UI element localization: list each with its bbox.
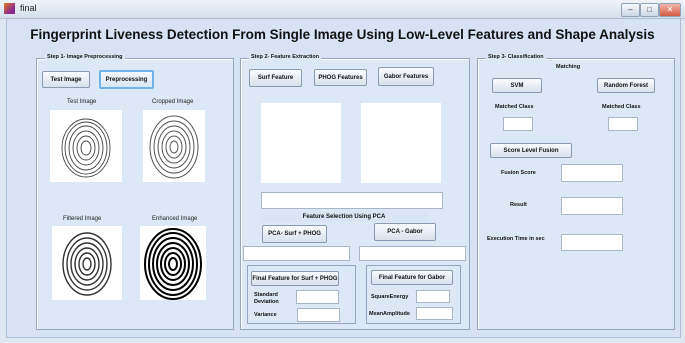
window-title: final: [20, 3, 37, 13]
matched-class-label-svm: Matched Class: [495, 104, 534, 110]
pca-gabor-button[interactable]: PCA - Gabor: [374, 223, 436, 241]
final-feature-surf-phog-button[interactable]: Final Feature for Surf + PHOG: [251, 271, 339, 286]
test-image-button[interactable]: Test Image: [42, 71, 90, 88]
step1-legend: Step 1- Image Preprocessing: [45, 54, 125, 60]
square-energy-field[interactable]: [416, 290, 450, 303]
filtered-image-axes: [52, 226, 122, 300]
variance-label: Variance: [254, 312, 277, 318]
random-forest-button[interactable]: Random Forest: [597, 78, 655, 93]
test-image-axes: [50, 110, 122, 182]
pca-surf-phog-field[interactable]: [243, 246, 350, 261]
standard-deviation-field[interactable]: [296, 290, 339, 304]
matched-class-svm-field[interactable]: [503, 117, 533, 131]
phog-feature-axes: [361, 103, 441, 183]
cropped-image-axes: [143, 110, 205, 182]
cropped-fingerprint-image: [149, 115, 199, 179]
cropped-image-label: Cropped Image: [152, 99, 194, 105]
test-fingerprint-image: [61, 118, 111, 178]
matched-class-label-rf: Matched Class: [602, 104, 641, 110]
preprocessing-button[interactable]: Preprocessing: [99, 70, 154, 89]
execution-time-label: Execution Time in sec: [487, 236, 545, 242]
filtered-image-label: Filtered Image: [63, 216, 102, 222]
page-title: Fingerprint Liveness Detection From Sing…: [30, 27, 655, 42]
filtered-fingerprint-image: [62, 232, 112, 296]
step3-legend: Step 3- Classification: [486, 54, 546, 60]
feature-output-field[interactable]: [261, 192, 443, 209]
matlab-figure-icon: [4, 3, 15, 14]
test-image-label: Test Image: [67, 99, 97, 105]
enhanced-image-axes: [140, 226, 206, 300]
mean-amplitude-label: MeanAmplitude: [369, 311, 410, 317]
window-titlebar: final – □ ✕: [0, 0, 685, 19]
phog-features-button[interactable]: PHOG Features: [314, 69, 367, 86]
minimize-icon[interactable]: –: [621, 3, 640, 17]
step2-legend: Step 2- Feature Extraction: [249, 54, 322, 60]
fusion-score-label: Fusion Score: [501, 170, 536, 176]
pca-surf-phog-button[interactable]: PCA- Surf + PHOG: [262, 225, 327, 243]
surf-feature-axes: [261, 103, 341, 183]
matched-class-rf-field[interactable]: [608, 117, 638, 131]
surf-feature-button[interactable]: Surf Feature: [249, 69, 302, 87]
variance-field[interactable]: [297, 308, 340, 322]
execution-time-field[interactable]: [561, 234, 623, 251]
square-energy-label: SquareEnergy: [371, 294, 409, 300]
svm-button[interactable]: SVM: [492, 78, 542, 93]
pca-gabor-field[interactable]: [359, 246, 466, 261]
enhanced-fingerprint-image: [144, 228, 202, 300]
step3-panel: Step 3- Classification: [477, 54, 675, 330]
pca-section-caption: Feature Selection Using PCA: [260, 212, 428, 222]
gabor-features-button[interactable]: Gabor Features: [378, 67, 434, 86]
standard-deviation-label: Standard Deviation: [254, 292, 279, 305]
close-icon[interactable]: ✕: [659, 3, 681, 17]
matching-label: Matching: [556, 64, 581, 70]
enhanced-image-label: Enhanced Image: [152, 216, 198, 222]
final-feature-gabor-button[interactable]: Final Feature for Gabor: [371, 270, 453, 285]
score-level-fusion-button[interactable]: Score Level Fusion: [490, 143, 572, 158]
maximize-icon[interactable]: □: [640, 3, 659, 17]
result-field[interactable]: [561, 197, 623, 215]
result-label: Result: [510, 202, 527, 208]
fusion-score-field[interactable]: [561, 164, 623, 182]
mean-amplitude-field[interactable]: [416, 307, 453, 320]
